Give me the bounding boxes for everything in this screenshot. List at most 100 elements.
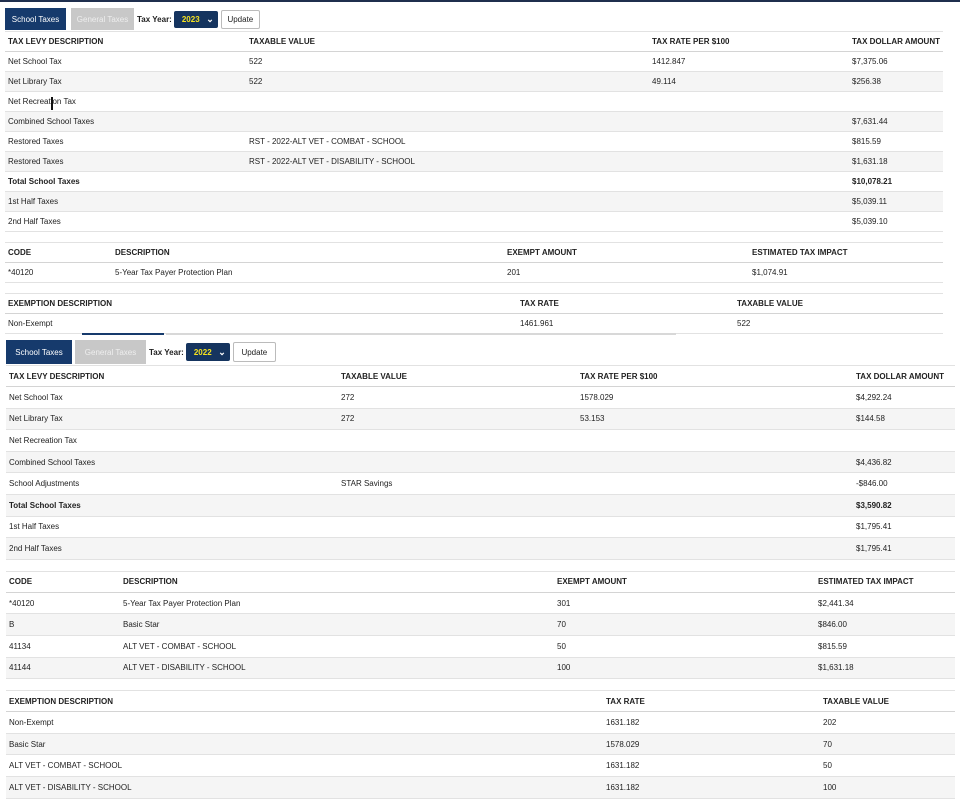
chevron-down-icon: ⌄ bbox=[206, 13, 214, 24]
column-header: CODE bbox=[8, 248, 32, 257]
update-button[interactable]: Update bbox=[220, 9, 260, 29]
column-header: TAXABLE VALUE bbox=[823, 696, 889, 706]
table-cell bbox=[246, 172, 649, 192]
tab-general-taxes[interactable]: General Taxes bbox=[75, 340, 146, 364]
table-cell: 1st Half Taxes bbox=[9, 522, 60, 532]
table-row: ALT VET - COMBAT - SCHOOL 1631.182 50 bbox=[6, 755, 955, 777]
table-cell: 2nd Half Taxes bbox=[9, 543, 62, 553]
table-cell bbox=[649, 192, 849, 212]
table-cell: 100 bbox=[823, 782, 837, 792]
table-cell: Restored Taxes bbox=[8, 137, 64, 146]
table-row: Net Library Tax 522 49.114 $256.38 bbox=[5, 71, 943, 92]
exemption-rate-table: EXEMPTION DESCRIPTION TAX RATE TAXABLE VAL… bbox=[6, 690, 955, 798]
table-cell: 70 bbox=[557, 620, 566, 630]
column-header: ESTIMATED TAX IMPACT bbox=[752, 248, 848, 257]
table-cell: $846.00 bbox=[818, 620, 847, 630]
table-cell: $2,441.34 bbox=[818, 598, 854, 608]
table-cell: Combined School Taxes bbox=[8, 117, 95, 126]
table-row: 2nd Half Taxes $1,795.41 bbox=[6, 537, 955, 560]
tab-school-taxes[interactable]: School Taxes bbox=[6, 340, 72, 364]
table-cell: 1631.182 bbox=[606, 717, 640, 727]
table-cell: 1st Half Taxes bbox=[8, 197, 59, 206]
panel-divider bbox=[82, 333, 164, 335]
table-cell: Net Library Tax bbox=[8, 77, 62, 86]
table-cell: 272 bbox=[341, 414, 355, 424]
table-row: 41134 ALT VET - COMBAT - SCHOOL 50 $815.59 bbox=[6, 635, 955, 658]
table-cell bbox=[649, 112, 849, 132]
table-cell: 202 bbox=[823, 717, 837, 727]
table-cell: 201 bbox=[507, 268, 521, 277]
table-cell: B bbox=[9, 620, 15, 630]
table-cell: 1578.029 bbox=[606, 739, 640, 749]
tax-year-select[interactable]: 2022 ⌄ bbox=[185, 343, 230, 361]
table-cell: Net Recreation Tax bbox=[8, 97, 76, 106]
tax-tabs: School Taxes General Taxes Tax Year: 202… bbox=[6, 340, 955, 364]
table-cell: 49.114 bbox=[652, 77, 676, 86]
table-cell bbox=[577, 538, 853, 560]
table-row: 41144 ALT VET - DISABILITY - SCHOOL 100 $1,… bbox=[6, 657, 955, 679]
table-row: *40120 5-Year Tax Payer Protection Plan 20… bbox=[5, 263, 943, 283]
table-cell: $1,631.18 bbox=[852, 157, 888, 166]
table-cell bbox=[577, 516, 853, 538]
column-header: EXEMPT AMOUNT bbox=[507, 248, 577, 257]
table-cell: $144.58 bbox=[856, 414, 885, 424]
column-header: TAX DOLLAR AMOUNT bbox=[856, 371, 944, 381]
table-cell: $4,436.82 bbox=[856, 457, 892, 467]
column-header: DESCRIPTION bbox=[115, 248, 170, 257]
table-cell: $256.38 bbox=[852, 77, 881, 86]
tab-general-taxes[interactable]: General Taxes bbox=[71, 8, 134, 30]
column-header: CODE bbox=[9, 577, 33, 587]
table-cell bbox=[577, 430, 853, 452]
table-cell: 522 bbox=[249, 77, 263, 86]
table-cell: 1631.182 bbox=[606, 782, 640, 792]
table-cell: Non-Exempt bbox=[9, 717, 54, 727]
table-cell: School Adjustments bbox=[9, 479, 80, 489]
chevron-down-icon: ⌄ bbox=[218, 346, 226, 357]
table-cell: 5-Year Tax Payer Protection Plan bbox=[115, 268, 233, 277]
table-cell bbox=[849, 92, 943, 112]
table-row: Total School Taxes $3,590.82 bbox=[6, 494, 955, 517]
tax-panel-2023: School Taxes General Taxes Tax Year: 202… bbox=[5, 8, 943, 334]
column-header: TAX RATE PER $100 bbox=[580, 371, 658, 381]
tax-levy-table: TAX LEVY DESCRIPTION TAXABLE VALUE TAX RAT… bbox=[5, 31, 943, 232]
table-row: Non-Exempt 1631.182 202 bbox=[6, 712, 955, 734]
table-cell: $1,795.41 bbox=[856, 543, 892, 553]
tax-year-select[interactable]: 2023 ⌄ bbox=[173, 10, 218, 28]
column-header: TAX RATE PER $100 bbox=[652, 37, 730, 46]
table-row: 1st Half Taxes $1,795.41 bbox=[6, 516, 955, 538]
table-cell: Combined School Taxes bbox=[9, 457, 96, 467]
update-button[interactable]: Update bbox=[232, 342, 276, 362]
table-cell bbox=[246, 212, 649, 232]
table-row: 1st Half Taxes $5,039.11 bbox=[5, 191, 943, 212]
column-header: TAX RATE bbox=[520, 299, 559, 308]
table-cell bbox=[649, 212, 849, 232]
table-row: Basic Star 1578.029 70 bbox=[6, 733, 955, 755]
tab-school-taxes[interactable]: School Taxes bbox=[5, 8, 66, 30]
table-cell: RST - 2022-ALT VET - DISABILITY - SCHOOL bbox=[249, 157, 415, 166]
table-cell: RST - 2022-ALT VET - COMBAT - SCHOOL bbox=[249, 137, 406, 146]
table-row: Total School Taxes $10,078.21 bbox=[5, 172, 943, 192]
table-cell bbox=[338, 494, 577, 516]
table-cell bbox=[338, 430, 577, 452]
table-cell: Total School Taxes bbox=[9, 500, 81, 510]
column-header: TAX LEVY DESCRIPTION bbox=[8, 37, 104, 46]
table-row: ALT VET - DISABILITY - SCHOOL 1631.182 100 bbox=[6, 776, 955, 798]
table-cell: $815.59 bbox=[818, 641, 847, 651]
table-cell bbox=[338, 516, 577, 538]
table-row: Net Library Tax 272 53.153 $144.58 bbox=[6, 408, 955, 430]
table-row: Non-Exempt 1461.961 522 bbox=[5, 314, 943, 334]
table-cell bbox=[649, 152, 849, 172]
table-cell: *40120 bbox=[8, 268, 34, 277]
column-header: EXEMPTION DESCRIPTION bbox=[8, 299, 113, 308]
table-cell: Total School Taxes bbox=[8, 177, 80, 186]
table-row: B Basic Star 70 $846.00 bbox=[6, 613, 955, 636]
column-header: DESCRIPTION bbox=[123, 577, 178, 587]
table-cell: 272 bbox=[341, 392, 355, 402]
table-cell: 100 bbox=[557, 663, 571, 673]
table-row: Restored Taxes RST - 2022-ALT VET - COMBA… bbox=[5, 132, 943, 152]
column-header: TAX RATE bbox=[606, 696, 645, 706]
table-cell bbox=[649, 132, 849, 152]
table-cell: $7,631.44 bbox=[852, 117, 888, 126]
table-cell: 2nd Half Taxes bbox=[8, 217, 61, 226]
table-cell: $4,292.24 bbox=[856, 392, 892, 402]
